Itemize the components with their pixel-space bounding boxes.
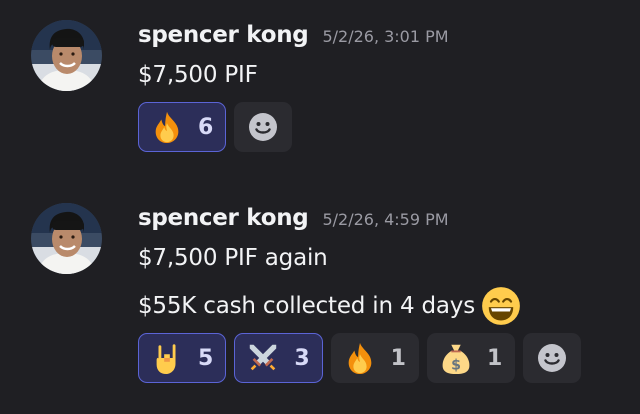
reaction-sign-of-horns[interactable]: 5 — [138, 333, 227, 383]
grinning-face-icon — [481, 286, 521, 326]
reaction-bar: 6 — [138, 102, 293, 152]
reaction-count: 1 — [390, 345, 406, 371]
fire-icon — [343, 341, 377, 375]
message-text: $7,500 PIF — [138, 60, 258, 90]
reaction-count: 3 — [294, 345, 310, 371]
message-text-line: $55K cash collected in 4 days — [138, 293, 475, 319]
reaction-count: 6 — [198, 114, 214, 140]
reaction-bar: 5 3 1 1 — [138, 333, 582, 383]
username[interactable]: spencer kong — [138, 205, 309, 231]
timestamp: 5/2/26, 3:01 PM — [322, 27, 449, 46]
add-reaction-button[interactable] — [523, 333, 582, 383]
fire-icon — [150, 110, 184, 144]
add-reaction-smiley-icon — [536, 342, 568, 374]
reaction-count: 1 — [486, 345, 503, 371]
message-text: $55K cash collected in 4 days — [138, 286, 521, 326]
sign-of-horns-icon — [150, 341, 184, 375]
message-header: spencer kong 5/2/26, 4:59 PM — [138, 205, 449, 235]
username[interactable]: spencer kong — [138, 22, 309, 48]
add-reaction-button[interactable] — [234, 102, 293, 152]
reaction-fire[interactable]: 1 — [330, 333, 419, 383]
message-header: spencer kong 5/2/26, 3:01 PM — [138, 22, 449, 52]
crossed-swords-icon — [246, 341, 280, 375]
reaction-fire[interactable]: 6 — [138, 102, 227, 152]
reaction-count: 5 — [198, 345, 214, 371]
add-reaction-smiley-icon — [247, 111, 279, 143]
avatar[interactable] — [31, 20, 102, 91]
reaction-money-bag[interactable]: 1 — [426, 333, 516, 383]
message-text: $7,500 PIF again — [138, 243, 328, 273]
timestamp: 5/2/26, 4:59 PM — [322, 210, 449, 229]
chat-log: spencer kong 5/2/26, 3:01 PM $7,500 PIF … — [0, 0, 640, 414]
money-bag-icon — [439, 341, 473, 375]
message-text-line: $7,500 PIF — [138, 62, 258, 88]
message-text-line: $7,500 PIF again — [138, 245, 328, 271]
avatar[interactable] — [31, 203, 102, 274]
reaction-crossed-swords[interactable]: 3 — [234, 333, 323, 383]
